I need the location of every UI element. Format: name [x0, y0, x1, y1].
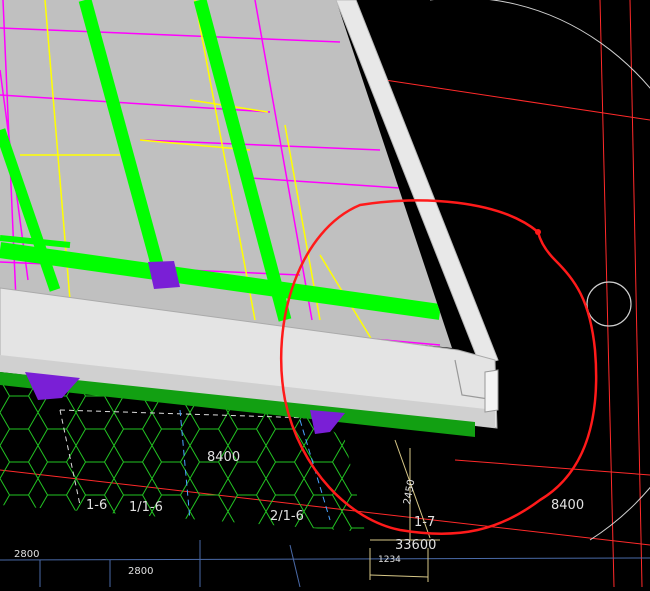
label-2800-mid: 2800 [128, 566, 153, 577]
label-axis-2-1-6: 2/1-6 [270, 509, 304, 524]
label-axis-1-7: 1-7 [414, 515, 435, 530]
label-axis-1-1-6: 1/1-6 [129, 500, 163, 515]
label-2800-left: 2800 [14, 549, 39, 560]
label-1234: 1234 [378, 555, 401, 565]
label-33600: 33600 [395, 538, 436, 553]
label-8400-right: 8400 [551, 498, 584, 513]
model-canvas[interactable]: 8400 8400 1-6 1/1-6 2/1-6 1-7 33600 2800… [0, 0, 650, 588]
label-8400-center: 8400 [207, 450, 240, 465]
cad-3d-viewport[interactable]: 8400 8400 1-6 1/1-6 2/1-6 1-7 33600 2800… [0, 0, 650, 588]
label-axis-1-6: 1-6 [86, 498, 107, 513]
